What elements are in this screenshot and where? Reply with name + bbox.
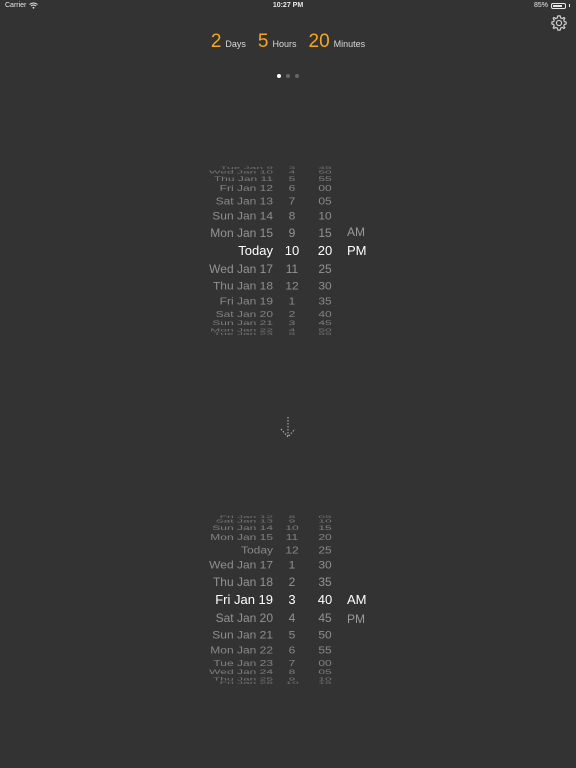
page-dot[interactable] (277, 74, 281, 78)
picker-minute: 55 (318, 332, 332, 337)
picker-ampm: PM (347, 612, 365, 626)
minutes-value: 20 (308, 31, 330, 52)
battery-icon (551, 2, 566, 9)
status-bar: Carrier 10:27 PM 85% (0, 0, 576, 14)
days-label: Days (225, 39, 246, 49)
hours-label: Hours (272, 39, 297, 49)
picker-date: Thu Jan 18 (212, 575, 273, 589)
picker-hour: 5 (288, 332, 296, 337)
ampm-row[interactable]: PM (0, 241, 576, 261)
picker-ampm: PM (347, 243, 367, 258)
picker-hour: 2 (288, 575, 296, 589)
days-value: 2 (210, 31, 222, 52)
picker-ampm: AM (347, 592, 367, 607)
ampm-row[interactable]: AM (0, 590, 576, 610)
picker-row[interactable]: Thu Jan 18 2 35 (0, 572, 576, 592)
page-indicator[interactable] (0, 74, 576, 78)
battery-tip (569, 4, 570, 7)
picker-ampm: AM (347, 225, 365, 239)
hours-value: 5 (257, 31, 269, 52)
status-time: 10:27 PM (272, 2, 304, 9)
picker-minute: 35 (318, 575, 332, 589)
page-dot[interactable] (286, 74, 290, 78)
arrow-down-icon (280, 417, 296, 438)
picker-row[interactable]: Fri Jan 26 10 15 (0, 680, 576, 686)
battery-group: 85% (534, 2, 570, 9)
duration-summary: 2 Days 5 Hours 20 Minutes (0, 31, 576, 53)
picker-hour: 10 (285, 681, 299, 686)
picker-minute: 15 (318, 681, 332, 686)
picker-row[interactable]: Tue Jan 23 5 55 (0, 331, 576, 337)
minutes-label: Minutes (333, 39, 366, 49)
picker-date: Tue Jan 23 (213, 332, 273, 337)
gear-icon[interactable] (550, 14, 568, 32)
picker-date: Fri Jan 26 (219, 681, 273, 686)
ampm-row[interactable]: PM (0, 609, 576, 629)
ampm-row[interactable]: AM (0, 222, 576, 242)
battery-percent: 85% (533, 2, 548, 9)
page-dot[interactable] (295, 74, 299, 78)
